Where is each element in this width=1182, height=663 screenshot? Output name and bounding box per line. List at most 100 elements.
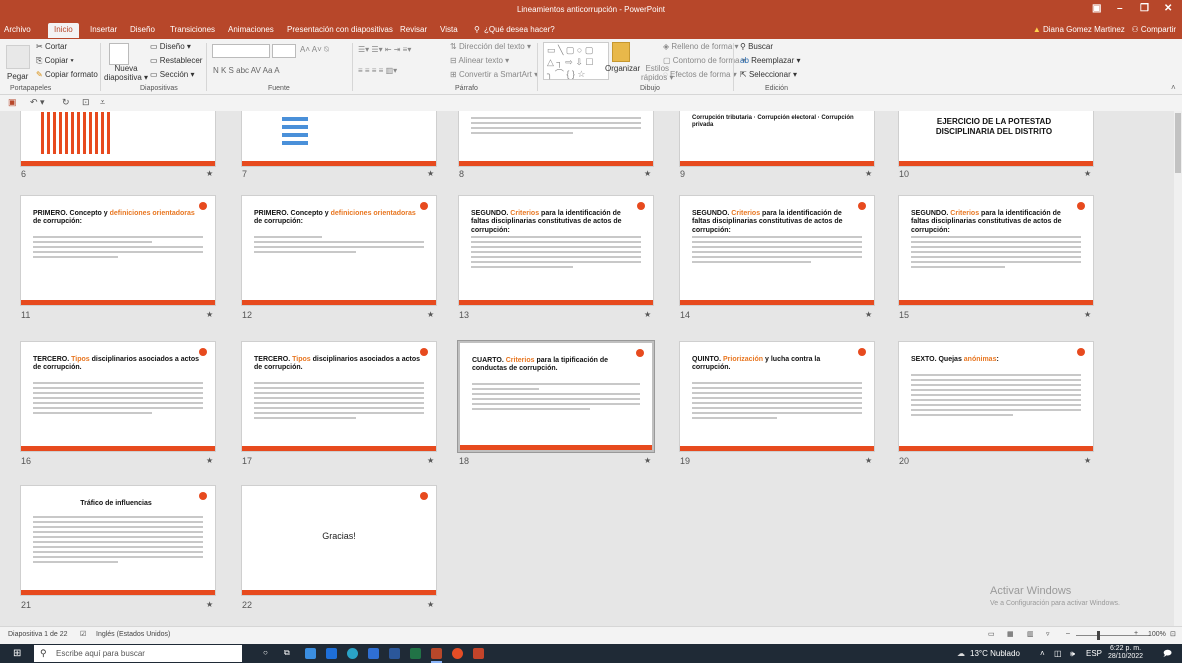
tab-archivo[interactable]: Archivo <box>4 25 31 34</box>
slide-thumbnail-18[interactable]: CUARTO. Criterios para la tipificación d… <box>458 341 654 452</box>
slide-thumbnail-20[interactable]: SEXTO. Quejas anónimas: <box>898 341 1094 452</box>
new-slide-button[interactable]: Nueva diapositiva ▾ <box>104 64 148 82</box>
redo-icon[interactable]: ↻ <box>62 97 70 108</box>
windows-start-icon[interactable]: ⊞ <box>13 648 21 659</box>
new-slide-icon[interactable] <box>109 43 129 65</box>
tab-inicio[interactable]: Inicio <box>48 23 79 38</box>
tell-me-search[interactable]: ¿Qué desea hacer? <box>484 25 555 34</box>
tray-expand-icon[interactable]: ˄ <box>1040 649 1045 658</box>
slide-thumbnail-6[interactable] <box>20 111 216 167</box>
collapse-ribbon-icon[interactable]: ˄ <box>1171 83 1176 92</box>
shape-fill-button[interactable]: ◈ Relleno de forma ▾ <box>663 42 739 51</box>
close-button[interactable]: ✕ <box>1164 3 1172 14</box>
tab-vista[interactable]: Vista <box>440 25 458 34</box>
zoom-level[interactable]: 100% <box>1148 631 1166 638</box>
paste-icon[interactable] <box>6 45 30 69</box>
slide-thumbnail-12[interactable]: PRIMERO. Concepto y definiciones orienta… <box>241 195 437 306</box>
slide-thumbnail-9[interactable]: Corrupción tributaria · Corrupción elect… <box>679 111 875 167</box>
tab-transiciones[interactable]: Transiciones <box>170 25 215 34</box>
replace-button[interactable]: ab Reemplazar ▾ <box>740 56 801 65</box>
zoom-slider-thumb[interactable] <box>1097 631 1100 640</box>
zoom-in-button[interactable]: + <box>1134 630 1138 637</box>
align-buttons[interactable]: ≡ ≡ ≡ ≡ ▥▾ <box>358 66 397 75</box>
user-area[interactable]: ▲ Diana Gomez Martinez ⚇ Compartir <box>1033 25 1176 34</box>
slide-thumbnail-17[interactable]: TERCERO. Tipos disciplinarios asociados … <box>241 341 437 452</box>
paste-button[interactable]: Pegar <box>7 72 28 81</box>
smartart-button[interactable]: ⊞ Convertir a SmartArt ▾ <box>450 70 538 79</box>
customize-toolbar-icon[interactable]: ⩡ <box>100 97 105 108</box>
task-view-icon[interactable]: ⧉ <box>284 648 295 659</box>
slide-thumbnail-16[interactable]: TERCERO. Tipos disciplinarios asociados … <box>20 341 216 452</box>
tab-revisar[interactable]: Revisar <box>400 25 427 34</box>
slide-thumbnail-19[interactable]: QUINTO. Priorización y lucha contra la c… <box>679 341 875 452</box>
arrange-icon[interactable] <box>612 42 630 62</box>
undo-icon[interactable]: ↶ ▾ <box>30 97 45 108</box>
slideshow-icon[interactable]: ▿ <box>1046 630 1050 638</box>
language-status[interactable]: Inglés (Estados Unidos) <box>96 631 170 638</box>
font-name-input[interactable] <box>212 44 270 58</box>
from-beginning-icon[interactable]: ⊡ <box>82 97 90 108</box>
spellcheck-icon[interactable]: ☑ <box>80 630 86 638</box>
copy-button[interactable]: ⎘ Copiar ▾ <box>36 56 74 66</box>
edge-icon[interactable] <box>347 648 358 659</box>
tab-insertar[interactable]: Insertar <box>90 25 117 34</box>
arrange-button[interactable]: Organizar <box>605 64 640 73</box>
slide-thumbnail-11[interactable]: PRIMERO. Concepto y definiciones orienta… <box>20 195 216 306</box>
word-icon[interactable] <box>389 648 400 659</box>
font-format-buttons[interactable]: N K S abc AV Aa A <box>213 66 280 75</box>
slide-thumbnail-10[interactable]: EJERCICIO DE LA POTESTAD DISCIPLINARIA D… <box>898 111 1094 167</box>
store-icon[interactable] <box>305 648 316 659</box>
list-buttons[interactable]: ☰▾ ☰▾ ⇤ ⇥ ≡▾ <box>358 45 411 54</box>
align-text-button[interactable]: ⊟ Alinear texto ▾ <box>450 56 509 65</box>
ribbon-options-icon[interactable]: ▣ <box>1092 3 1101 14</box>
save-icon[interactable]: ▣ <box>8 97 17 108</box>
tab-animaciones[interactable]: Animaciones <box>228 25 274 34</box>
network-icon[interactable]: ◫ <box>1054 649 1062 658</box>
cut-button[interactable]: ✂ Cortar <box>36 42 67 51</box>
format-painter-button[interactable]: ✎ Copiar formato <box>36 70 98 79</box>
outlook-icon[interactable] <box>368 648 379 659</box>
slide-thumbnail-13[interactable]: SEGUNDO. Criterios para la identificació… <box>458 195 654 306</box>
select-button[interactable]: ⇱ Seleccionar ▾ <box>740 70 797 79</box>
font-size-buttons[interactable]: A˄ A˅ ⍉ <box>300 45 329 55</box>
reading-view-icon[interactable]: ▥ <box>1027 630 1034 638</box>
scrollbar-thumb[interactable] <box>1175 113 1181 173</box>
shapes-gallery[interactable]: ▭ ╲ ▢ ○ ▢ △ ┐ ⇨ ⇩ ☐ ╮ ⌒ { } ☆ <box>543 42 609 80</box>
slide-thumbnail-8[interactable] <box>458 111 654 167</box>
tab-diseno[interactable]: Diseño <box>130 25 155 34</box>
fit-slide-icon[interactable]: ⊡ <box>1170 630 1176 638</box>
mail-icon[interactable] <box>326 648 337 659</box>
chrome-icon[interactable] <box>452 648 463 659</box>
vertical-scrollbar[interactable] <box>1174 111 1182 626</box>
slide-thumbnail-22[interactable]: Gracias! <box>241 485 437 596</box>
minimize-button[interactable]: – <box>1117 3 1123 14</box>
weather-status[interactable]: 13°C Nublado <box>970 649 1020 658</box>
slide-thumbnail-14[interactable]: SEGUNDO. Criterios para la identificació… <box>679 195 875 306</box>
clock[interactable]: 6:22 p. m. 28/10/2022 <box>1108 645 1143 661</box>
find-button[interactable]: ⚲ Buscar <box>740 42 773 51</box>
shape-effects-button[interactable]: ◌ Efectos de forma ▾ <box>663 70 737 79</box>
input-language[interactable]: ESP <box>1086 649 1102 658</box>
slide-thumbnail-7[interactable] <box>241 111 437 167</box>
zoom-out-button[interactable]: – <box>1066 630 1070 637</box>
layout-button[interactable]: ▭ Diseño ▾ <box>150 42 191 51</box>
text-direction-button[interactable]: ⇅ Dirección del texto ▾ <box>450 42 531 51</box>
section-button[interactable]: ▭ Sección ▾ <box>150 70 195 79</box>
volume-icon[interactable]: 🕪 <box>1070 649 1075 659</box>
taskbar-search[interactable]: Escribe aquí para buscar <box>34 645 242 662</box>
reset-button[interactable]: ▭ Restablecer <box>150 56 202 65</box>
tab-presentacion[interactable]: Presentación con diapositivas <box>287 25 393 34</box>
share-button[interactable]: Compartir <box>1141 25 1176 34</box>
normal-view-icon[interactable]: ▭ <box>988 630 995 638</box>
excel-icon[interactable] <box>410 648 421 659</box>
slide-thumbnail-15[interactable]: SEGUNDO. Criterios para la identificació… <box>898 195 1094 306</box>
slide-thumbnail-21[interactable]: Tráfico de influencias <box>20 485 216 596</box>
maximize-button[interactable]: ❐ <box>1140 3 1149 14</box>
slide-sorter-icon[interactable]: ▦ <box>1007 630 1014 638</box>
powerpoint-icon[interactable] <box>431 648 442 659</box>
notifications-icon[interactable]: 🗩 <box>1163 648 1172 662</box>
font-size-input[interactable] <box>272 44 296 58</box>
pdf-icon[interactable] <box>473 648 484 659</box>
cortana-icon[interactable]: ○ <box>263 648 274 659</box>
zoom-slider[interactable] <box>1076 635 1150 636</box>
